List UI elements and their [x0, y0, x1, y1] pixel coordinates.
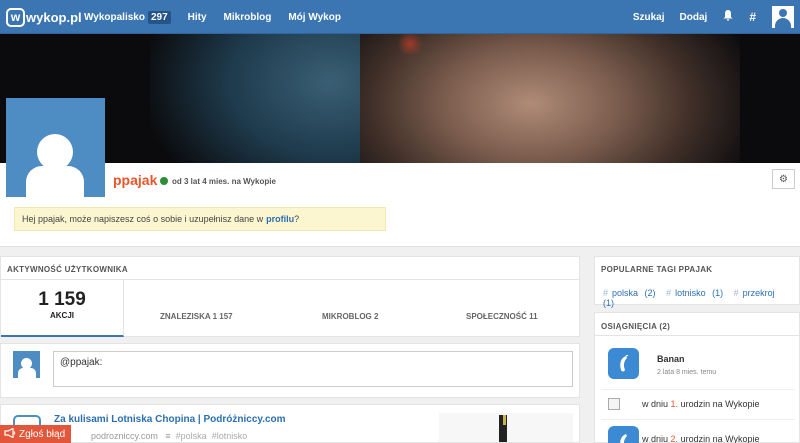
profile-avatar-head [37, 134, 73, 170]
main-column: AKTYWNOŚĆ UŻYTKOWNIKA 1 159 AKCJI ZNALEZ… [0, 256, 580, 443]
link-entry: Za kulisami Lotniska Chopina | Podróżnic… [0, 404, 580, 443]
hashtag-icon[interactable]: # [749, 10, 756, 24]
broken-image-icon [608, 398, 620, 410]
achievements-panel: OSIĄGNIĘCIA (2) Banan 2 lata 8 mies. tem… [594, 312, 800, 443]
achievement-name: Banan [657, 354, 685, 364]
nav-hity[interactable]: Hity [188, 12, 207, 23]
add-link[interactable]: Dodaj [680, 12, 708, 23]
divider [601, 419, 795, 420]
main-nav: Wykopalisko 297 Hity Mikroblog Mój Wykop [84, 0, 358, 34]
megaphone-icon [4, 427, 16, 441]
link-tag[interactable]: #polska [176, 431, 207, 441]
popular-tags-title: POPULARNE TAGI PPAJAK [601, 265, 713, 274]
member-since: od 3 lat 4 mies. na Wykopie [172, 177, 276, 186]
site-logo[interactable]: w wykop.pl [6, 7, 82, 27]
achievement-time: 2 lata 8 mies. temu [657, 369, 717, 376]
nav-mikroblog[interactable]: Mikroblog [224, 12, 272, 23]
tab-spolecznosc[interactable]: SPOŁECZNOŚĆ 11 [466, 312, 538, 321]
nav-moj-wykop[interactable]: Mój Wykop [288, 12, 341, 23]
birthday-achievement-2: w dniu 2. urodzin na Wykopie [642, 434, 760, 443]
comment-avatar [13, 351, 40, 378]
logo-icon: w [6, 7, 25, 27]
profile-avatar-body [26, 166, 84, 197]
profile-link[interactable]: profilu [266, 214, 294, 224]
profile-cover-image [0, 34, 800, 163]
banana-badge-icon[interactable] [608, 426, 639, 443]
thumbnail-shape-accent [503, 415, 506, 425]
link-title[interactable]: Za kulisami Lotniska Chopina | Podróżnic… [54, 414, 286, 425]
activity-panel: AKTYWNOŚĆ UŻYTKOWNIKA 1 159 AKCJI ZNALEZ… [0, 256, 580, 337]
stat-tab-total[interactable]: 1 159 AKCJI [1, 280, 124, 337]
comment-input[interactable]: @ppajak: [53, 351, 573, 387]
popular-tag[interactable]: # lotnisko (1) [666, 288, 727, 298]
hint-text: Hej ppajak, może napiszesz coś o sobie i… [22, 214, 264, 224]
link-domain[interactable]: podrozniccy.com [91, 431, 158, 441]
sidebar: POPULARNE TAGI PPAJAK # polska (2) # lotni… [594, 256, 800, 443]
nav-right: Szukaj Dodaj # [618, 0, 800, 34]
search-link[interactable]: Szukaj [633, 12, 665, 23]
nav-wykopalisko[interactable]: Wykopalisko 297 [84, 10, 171, 24]
total-actions-count: 1 159 [38, 289, 86, 310]
report-bug-label: Zgłoś błąd [19, 428, 66, 440]
tab-mikroblog[interactable]: MIKROBLOG 2 [322, 312, 378, 321]
wykopalisko-count-badge: 297 [147, 10, 171, 24]
achievements-title: OSIĄGNIĘCIA (2) [601, 322, 671, 331]
popular-tags-list: # polska (2) # lotnisko (1) # przekroj (1) [603, 288, 799, 308]
banana-badge-icon[interactable] [608, 348, 639, 379]
gear-icon: ⚙ [779, 173, 788, 185]
comment-avatar-body [18, 368, 36, 378]
tab-znaleziska[interactable]: ZNALEZISKA 1 157 [160, 312, 233, 321]
report-bug-button[interactable]: Zgłoś błąd [0, 425, 71, 443]
cover-highlight [395, 34, 425, 54]
comment-box: @ppajak: [0, 343, 580, 398]
popular-tag[interactable]: # polska (2) [603, 288, 660, 298]
popular-tags-panel: POPULARNE TAGI PPAJAK # polska (2) # lotni… [594, 256, 800, 308]
activity-title: AKTYWNOŚĆ UŻYTKOWNIKA [7, 265, 128, 274]
total-actions-label: AKCJI [49, 311, 74, 320]
activity-stats: 1 159 AKCJI ZNALEZISKA 1 157 MIKROBLOG 2… [1, 279, 579, 337]
link-thumbnail[interactable] [439, 413, 573, 442]
divider [595, 335, 800, 336]
online-status-dot [160, 177, 168, 185]
top-navbar: w wykop.pl Wykopalisko 297 Hity Mikroblo… [0, 0, 800, 34]
profile-settings-button[interactable]: ⚙ [772, 169, 795, 189]
link-meta: podrozniccy.com ≡ #polska #lotnisko [91, 431, 247, 441]
user-avatar[interactable] [772, 6, 794, 28]
bell-icon[interactable] [723, 10, 733, 24]
hint-suffix: ? [294, 214, 300, 224]
profile-username[interactable]: ppajak [113, 172, 157, 188]
nav-wykopalisko-label: Wykopalisko [84, 11, 145, 23]
profile-avatar[interactable] [6, 98, 105, 197]
avatar-head-shape [779, 9, 787, 17]
divider [601, 389, 795, 390]
link-tag[interactable]: #lotnisko [212, 431, 248, 441]
logo-text: wykop.pl [26, 9, 82, 25]
profile-hint-box: Hej ppajak, może napiszesz coś o sobie i… [14, 207, 386, 231]
avatar-body-shape [775, 18, 791, 28]
birthday-achievement-1: w dniu 1. urodzin na Wykopie [642, 399, 760, 409]
tags-icon: ≡ [165, 431, 171, 441]
